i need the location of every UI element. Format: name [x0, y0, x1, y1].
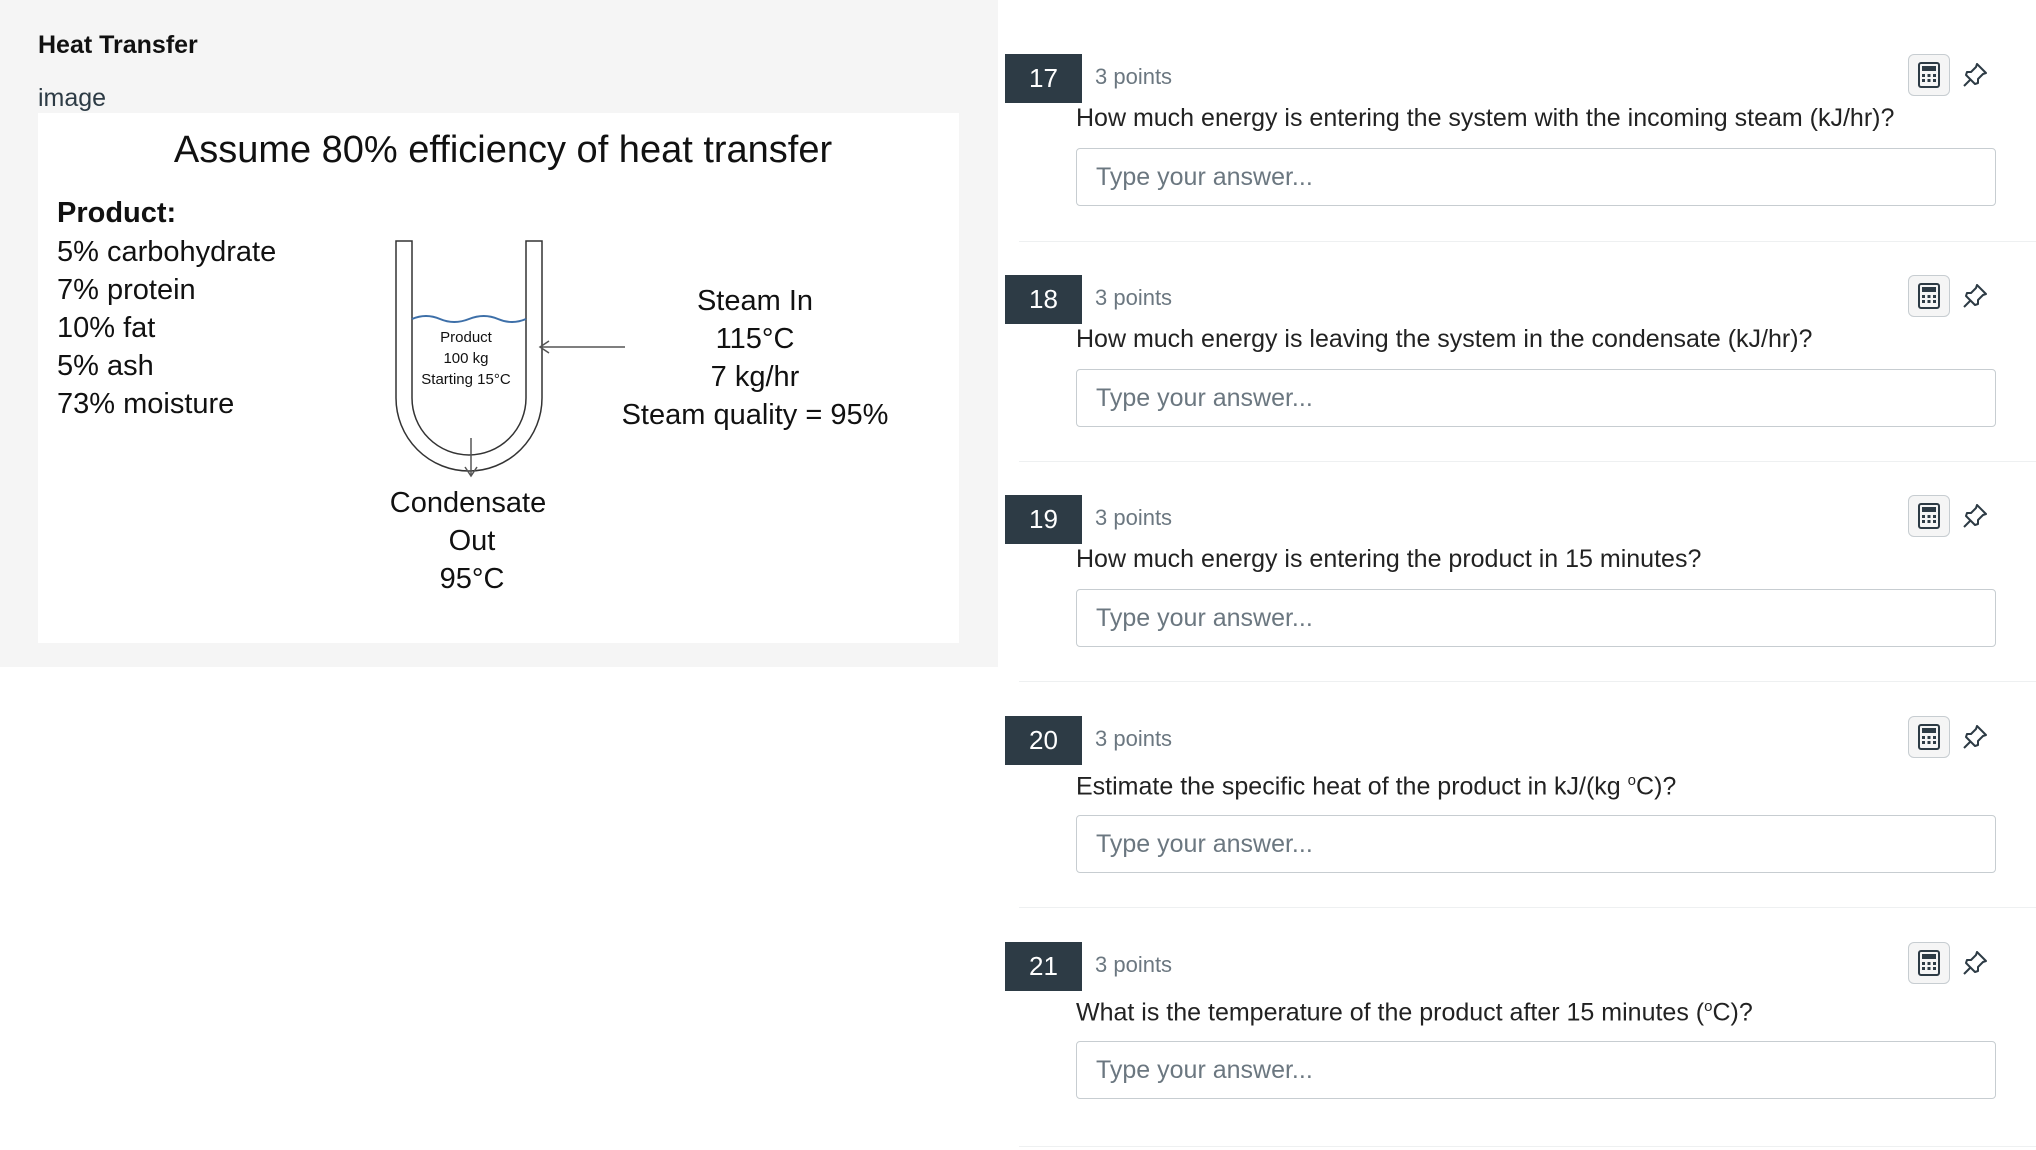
vessel-label: Starting 15°C — [421, 371, 511, 388]
questions-column: 17 3 points How much energy is entering … — [1005, 0, 2036, 1150]
pin-icon — [1963, 951, 1987, 975]
condensate-label: 95°C — [440, 563, 505, 595]
figure-diagram: Assume 80% efficiency of heat transfer P… — [57, 129, 889, 595]
question-17: 17 3 points How much energy is entering … — [1005, 0, 2005, 206]
answer-input[interactable] — [1076, 589, 1996, 647]
question-text: How much energy is entering the system w… — [1076, 104, 1895, 132]
question-points: 3 points — [1095, 952, 1173, 977]
question-number: 18 — [1005, 275, 1082, 324]
pin-button[interactable] — [1957, 278, 1993, 314]
passage-panel: Heat Transfer image Assume 80% efficienc… — [0, 0, 998, 667]
product-item: 5% ash — [57, 350, 154, 382]
question-divider — [1019, 1146, 2036, 1147]
question-text-part: C)? — [1636, 772, 1677, 801]
condensate-label: Condensate — [390, 487, 546, 519]
question-points: 3 points — [1095, 726, 1173, 751]
question-number: 17 — [1005, 54, 1082, 103]
question-text-part: What is the temperature of the product a… — [1076, 998, 1705, 1027]
question-19: 19 3 points How much energy is entering … — [1005, 441, 2005, 647]
question-number: 20 — [1005, 716, 1082, 765]
calculator-button[interactable] — [1908, 54, 1950, 96]
pin-button[interactable] — [1957, 57, 1993, 93]
pin-button[interactable] — [1957, 498, 1993, 534]
question-text: Estimate the specific heat of the produc… — [1076, 772, 1676, 801]
answer-input[interactable] — [1076, 1041, 1996, 1099]
question-21: 21 3 points What is the temperature of t… — [1005, 888, 2005, 1099]
question-text: How much energy is leaving the system in… — [1076, 325, 1813, 353]
calculator-icon — [1918, 724, 1940, 750]
product-heading: Product: — [57, 197, 176, 229]
question-points: 3 points — [1095, 505, 1173, 530]
question-18: 18 3 points How much energy is leaving t… — [1005, 221, 2005, 427]
vessel-label: Product — [440, 329, 493, 346]
question-points: 3 points — [1095, 285, 1173, 310]
steam-label: Steam In — [697, 285, 813, 317]
pin-icon — [1963, 63, 1987, 87]
calculator-button[interactable] — [1908, 942, 1950, 984]
calculator-icon — [1918, 950, 1940, 976]
question-text-part: Estimate the specific heat of the produc… — [1076, 772, 1628, 801]
question-text: How much energy is entering the product … — [1076, 545, 1702, 573]
figure-heading: Assume 80% efficiency of heat transfer — [174, 129, 833, 171]
question-text-part: C)? — [1712, 998, 1753, 1027]
steam-label: Steam quality = 95% — [622, 399, 889, 431]
degree-superscript: o — [1627, 772, 1637, 789]
product-item: 73% moisture — [57, 388, 234, 420]
answer-input[interactable] — [1076, 148, 1996, 206]
vessel-label: 100 kg — [443, 350, 488, 367]
product-item: 10% fat — [57, 312, 155, 344]
question-number: 19 — [1005, 495, 1082, 544]
question-20: 20 3 points Estimate the specific heat o… — [1005, 662, 2005, 873]
calculator-button[interactable] — [1908, 495, 1950, 537]
calculator-icon — [1918, 283, 1940, 309]
product-item: 7% protein — [57, 274, 196, 306]
pin-button[interactable] — [1957, 719, 1993, 755]
calculator-icon — [1918, 62, 1940, 88]
steam-label: 115°C — [716, 323, 795, 355]
answer-input[interactable] — [1076, 815, 1996, 873]
pin-icon — [1963, 284, 1987, 308]
answer-input[interactable] — [1076, 369, 1996, 427]
calculator-icon — [1918, 503, 1940, 529]
steam-label: 7 kg/hr — [711, 361, 800, 393]
product-liquid-surface — [411, 315, 527, 323]
question-points: 3 points — [1095, 64, 1173, 89]
condensate-label: Out — [449, 525, 496, 557]
pin-button[interactable] — [1957, 945, 1993, 981]
pin-icon — [1963, 504, 1987, 528]
passage-image-caption: image — [38, 84, 107, 112]
heat-transfer-figure: Assume 80% efficiency of heat transfer P… — [38, 113, 959, 643]
passage-title: Heat Transfer — [38, 31, 198, 59]
question-text: What is the temperature of the product a… — [1076, 998, 1753, 1027]
pin-icon — [1963, 725, 1987, 749]
product-item: 5% carbohydrate — [57, 236, 276, 268]
question-number: 21 — [1005, 942, 1082, 991]
calculator-button[interactable] — [1908, 716, 1950, 758]
calculator-button[interactable] — [1908, 275, 1950, 317]
